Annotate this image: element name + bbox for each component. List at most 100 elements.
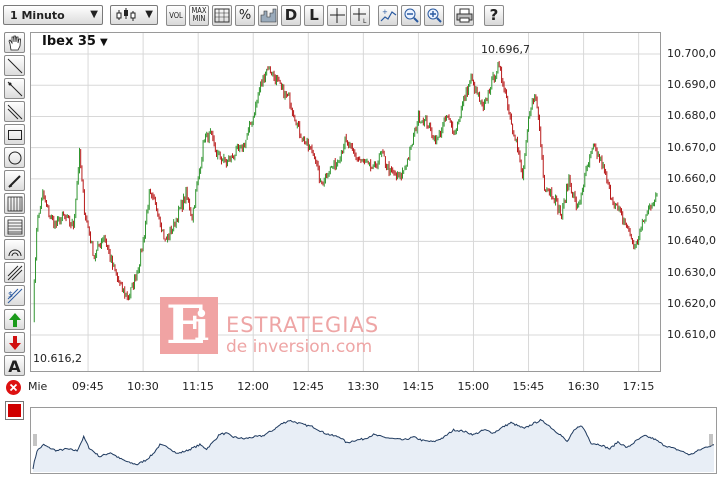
crosshair-button[interactable]: [327, 5, 347, 26]
x-tick-label: 15:00: [457, 380, 490, 393]
fibonacci-tool-button[interactable]: [4, 216, 25, 237]
crosshair-icon: [330, 8, 345, 23]
crosshair-label-button[interactable]: L: [350, 5, 370, 26]
pencil-tool-button[interactable]: [4, 170, 25, 191]
x-tick-label: 12:45: [292, 380, 324, 393]
printer-icon: [456, 8, 473, 23]
chart-toolbar: 1 Minuto ▼ ▼ VOL MAX MIN % D L L + ?: [0, 0, 724, 31]
maxmin-button[interactable]: MAX MIN: [189, 5, 209, 26]
y-tick-label: 10.660,0: [667, 171, 716, 185]
ellipse-tool-button[interactable]: [4, 147, 25, 168]
svg-text:$: $: [8, 290, 13, 299]
color-picker-button[interactable]: [5, 401, 24, 420]
grid-icon: [214, 8, 230, 23]
x-tick-label: Mie: [28, 380, 48, 393]
svg-text:+: +: [382, 8, 388, 16]
histogram-button[interactable]: [258, 5, 278, 26]
chevron-down-icon: ▼: [99, 37, 108, 48]
print-button[interactable]: [454, 5, 474, 26]
estrategias-logo: E i: [160, 295, 218, 356]
high-annotation: 10.696,7: [481, 43, 530, 56]
maxmin-button-label: MAX MIN: [191, 6, 207, 23]
rectangle-tool-button[interactable]: [4, 124, 25, 145]
y-tick-label: 10.650,0: [667, 203, 716, 217]
channel-icon: [7, 104, 23, 120]
rectangle-icon: [8, 130, 22, 140]
chevron-down-icon: ▼: [145, 9, 153, 20]
text-tool-button[interactable]: A: [4, 355, 25, 376]
volume-button-label: VOL: [169, 11, 183, 20]
y-tick-label: 10.680,0: [667, 109, 716, 123]
delete-drawings-button[interactable]: [6, 380, 21, 395]
chevron-down-icon: ▼: [90, 9, 98, 20]
x-tick-label: 10:30: [127, 380, 159, 393]
close-icon: [9, 383, 18, 392]
arc-tool-button[interactable]: [4, 239, 25, 260]
line-scale-button-label: L: [309, 6, 319, 24]
period-dropdown[interactable]: 1 Minuto ▼: [3, 5, 103, 25]
buy-arrow-tool-button[interactable]: [4, 309, 25, 330]
trendline-icon: [7, 58, 23, 74]
line-scale-button[interactable]: L: [304, 5, 324, 26]
instrument-name: Ibex 35: [42, 34, 96, 49]
help-button[interactable]: ?: [484, 5, 504, 26]
histogram-icon: [260, 8, 277, 23]
x-tick-label: 13:30: [347, 380, 380, 393]
arrow-up-icon: [9, 313, 21, 327]
low-annotation: 10.616,2: [33, 352, 82, 365]
y-tick-label: 10.620,0: [667, 296, 716, 310]
pan-tool-button[interactable]: [4, 32, 25, 53]
help-button-label: ?: [489, 6, 499, 24]
candlestick-icon: [116, 8, 136, 21]
chart-type-dropdown[interactable]: ▼: [110, 5, 158, 25]
trendline-tool-button[interactable]: [4, 55, 25, 76]
y-tick-label: 10.700,0: [667, 47, 716, 60]
crosshair-label-icon: L: [353, 8, 367, 24]
x-tick-label: 11:15: [182, 380, 214, 393]
color-swatch: [8, 404, 21, 417]
y-tick-label: 10.640,0: [667, 234, 716, 248]
zoom-out-icon: [404, 8, 419, 23]
ray-icon: [7, 81, 23, 97]
indicators-button[interactable]: +: [378, 5, 398, 26]
grid-button[interactable]: [212, 5, 232, 26]
price-channel-tool-button[interactable]: $: [4, 285, 25, 306]
percent-button[interactable]: %: [235, 5, 255, 26]
y-tick-label: 10.690,0: [667, 78, 716, 92]
sell-arrow-tool-button[interactable]: [4, 332, 25, 353]
daily-button-label: D: [284, 6, 298, 24]
zoom-in-button[interactable]: [424, 5, 444, 26]
x-tick-label: 12:00: [237, 380, 269, 393]
fan-lines-icon: [7, 265, 23, 281]
period-dropdown-label: 1 Minuto: [10, 9, 65, 22]
daily-button[interactable]: D: [281, 5, 301, 26]
y-tick-label: 10.630,0: [667, 265, 716, 279]
vertical-lines-icon: [7, 196, 23, 212]
percent-button-label: %: [238, 8, 252, 23]
price-channel-icon: $: [7, 288, 23, 304]
ray-tool-button[interactable]: [4, 78, 25, 99]
circle-icon: [8, 151, 22, 165]
text-tool-label: A: [8, 357, 21, 376]
fan-tool-button[interactable]: [4, 262, 25, 283]
watermark-title: ESTRATEGIAS: [226, 313, 380, 337]
watermark-subtitle: de inversion.com: [226, 337, 373, 357]
volume-button[interactable]: VOL: [166, 5, 186, 26]
vertical-lines-tool-button[interactable]: [4, 193, 25, 214]
zoom-out-button[interactable]: [401, 5, 421, 26]
instrument-selector[interactable]: Ibex 35 ▼: [42, 34, 108, 49]
zoom-in-icon: [427, 8, 442, 23]
x-tick-label: 17:15: [622, 380, 655, 393]
x-tick-label: 15:45: [512, 380, 545, 393]
y-tick-label: 10.610,0: [667, 328, 716, 341]
x-tick-label: 16:30: [567, 380, 600, 393]
x-tick-label: 14:15: [402, 380, 435, 393]
svg-text:L: L: [363, 18, 367, 24]
y-tick-label: 10.670,0: [667, 140, 716, 154]
fibonacci-icon: [7, 219, 23, 235]
navigator-panel[interactable]: [30, 407, 717, 474]
x-tick-label: 09:45: [72, 380, 104, 393]
indicators-icon: +: [380, 8, 397, 22]
hand-icon: [8, 35, 21, 51]
channel-tool-button[interactable]: [4, 101, 25, 122]
